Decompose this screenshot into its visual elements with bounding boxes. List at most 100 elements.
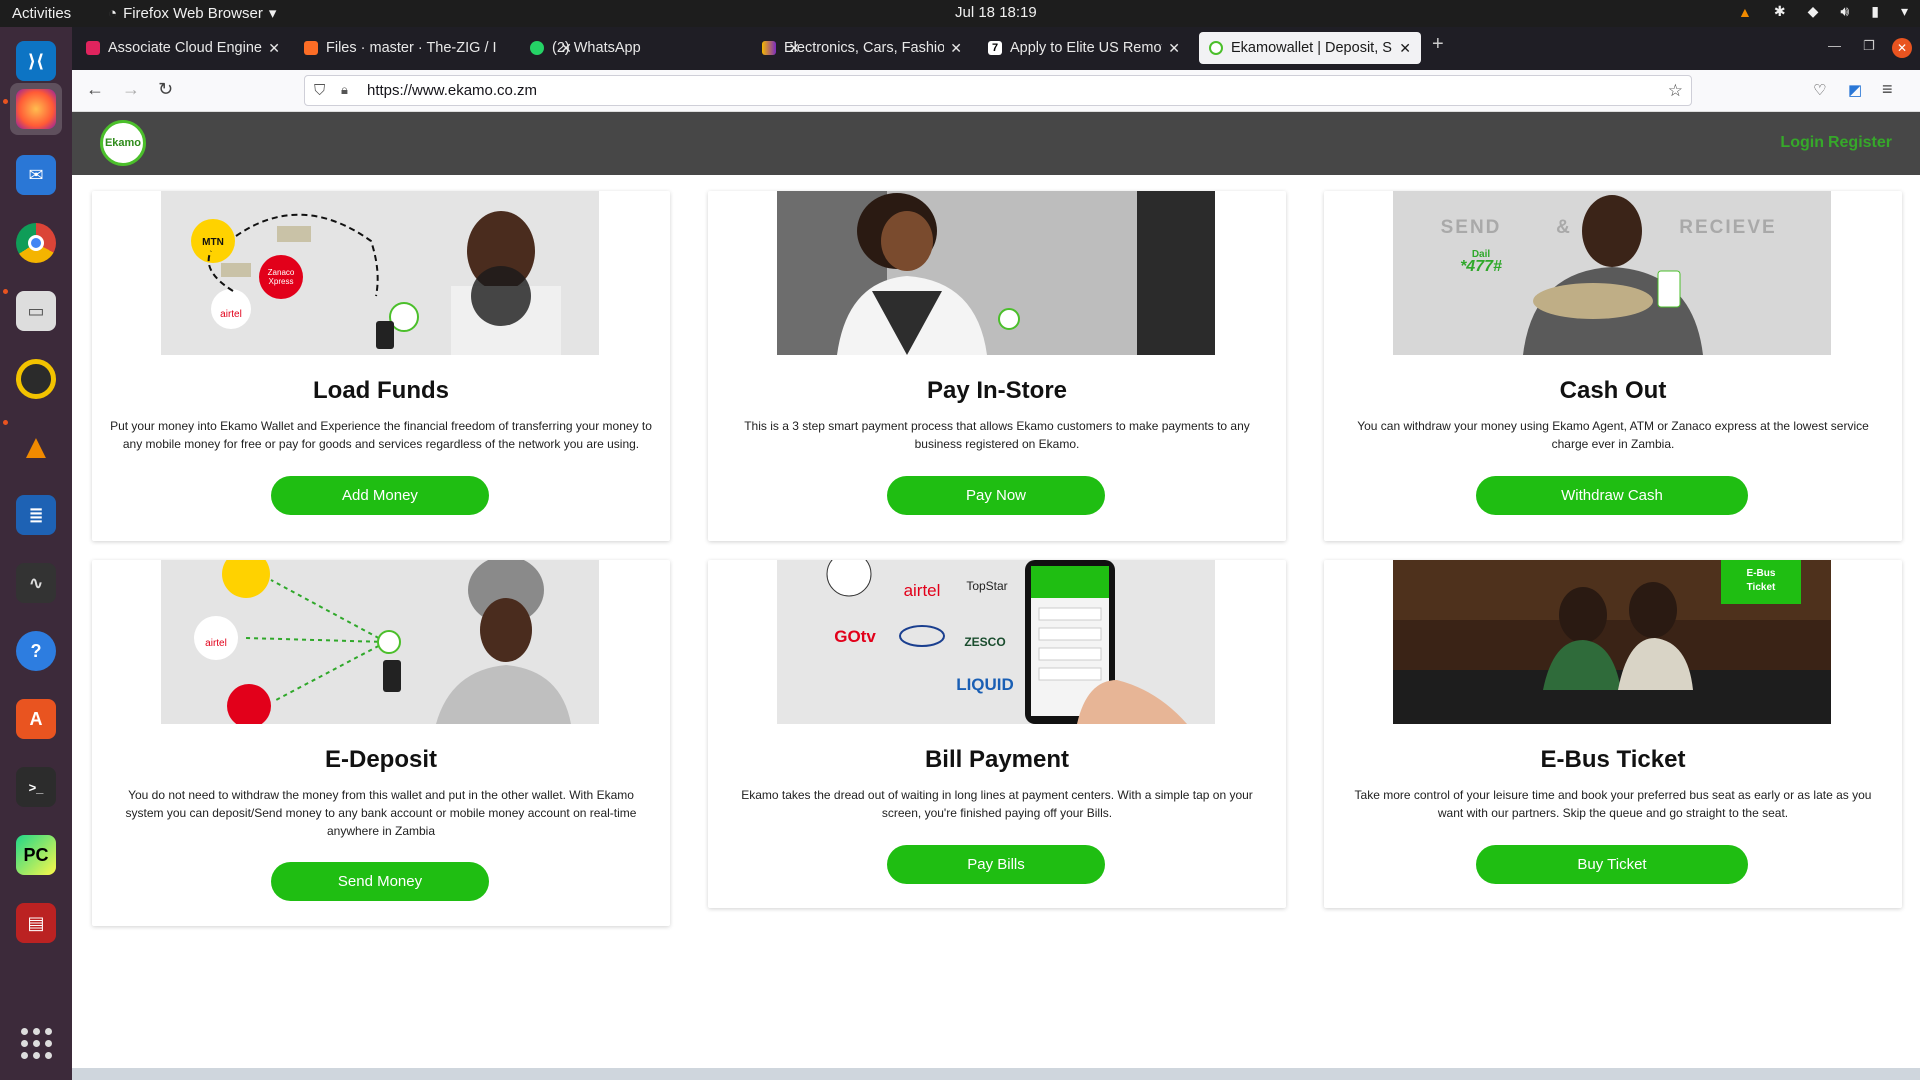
- music-icon: [16, 359, 56, 399]
- card-description: Ekamo takes the dread out of waiting in …: [741, 788, 1253, 820]
- ekamo-logo[interactable]: Ekamo: [100, 120, 146, 166]
- chevron-down-icon: ▾: [268, 5, 277, 22]
- auth-links: Login Register: [1780, 134, 1892, 152]
- site-header: Ekamo Login Register: [72, 112, 1920, 175]
- activities-button[interactable]: Activities: [12, 5, 71, 22]
- pycharm-icon: PC: [16, 835, 56, 875]
- buy-ticket-button[interactable]: Buy Ticket: [1476, 845, 1748, 884]
- vscode-launcher[interactable]: ⟩⟨: [10, 35, 62, 87]
- tab-title: Ekamowallet | Deposit, S: [1231, 40, 1392, 56]
- card-bill-payment: airtel TopStar GOtv ZESCO LIQUID Bill Pa…: [708, 560, 1286, 908]
- tab-elite-remote[interactable]: 7 Apply to Elite US Remote ✕: [978, 32, 1190, 64]
- ussd-code-text: *477#: [1460, 258, 1502, 275]
- card-e-bus-ticket: E-Bus Ticket E-Bus Ticket Take more cont…: [1324, 560, 1902, 908]
- card-description: You do not need to withdraw the money fr…: [125, 788, 637, 838]
- power-menu-icon[interactable]: ▾: [1901, 3, 1908, 20]
- system-monitor-launcher[interactable]: ∿: [10, 557, 62, 609]
- slack-tray-icon[interactable]: ✱: [1774, 3, 1786, 20]
- system-tray[interactable]: ▲ ✱ ◆ 🔊︎ ▮ ▾: [1738, 3, 1908, 20]
- navigation-toolbar: ← → ↻ ⛉ 🔒︎ https://www.ekamo.co.zm ☆ ♡ ◩…: [72, 70, 1920, 112]
- zesco-text: ZESCO: [964, 635, 1005, 649]
- volume-icon[interactable]: 🔊︎: [1840, 3, 1849, 20]
- login-link[interactable]: Login: [1780, 134, 1824, 151]
- pay-bills-button[interactable]: Pay Bills: [887, 845, 1105, 884]
- tab-title: Apply to Elite US Remote: [1010, 40, 1163, 56]
- liquid-text: LIQUID: [956, 675, 1014, 694]
- shop-icon: [762, 41, 776, 55]
- show-apps-button[interactable]: [10, 1017, 62, 1069]
- seven-icon: 7: [988, 41, 1002, 55]
- pocket-icon[interactable]: ♡: [1813, 81, 1826, 99]
- minimize-button[interactable]: —: [1828, 38, 1841, 53]
- app-menu[interactable]: ◔ Firefox Web Browser ▾: [108, 4, 277, 23]
- app-menu-label: Firefox Web Browser: [123, 4, 263, 22]
- card-title: E-Bus Ticket: [1540, 746, 1686, 773]
- firefox-launcher[interactable]: [10, 83, 62, 135]
- add-money-button[interactable]: Add Money: [271, 476, 489, 515]
- extension-icon[interactable]: ◩: [1848, 81, 1862, 99]
- card-title: Cash Out: [1559, 377, 1667, 404]
- reload-button[interactable]: ↻: [158, 79, 173, 100]
- battery-icon[interactable]: ▮: [1871, 3, 1879, 20]
- terminal-icon: >_: [16, 767, 56, 807]
- topstar-text: TopStar: [966, 579, 1007, 593]
- card-title: Pay In-Store: [926, 377, 1068, 404]
- card-title: Load Funds: [313, 377, 449, 404]
- send-money-button[interactable]: Send Money: [271, 862, 489, 901]
- tab-associate-cloud[interactable]: Associate Cloud Engineer ✕: [76, 32, 290, 64]
- chrome-launcher[interactable]: [10, 217, 62, 269]
- tab-title: (2) WhatsApp: [552, 40, 641, 56]
- pycharm-launcher[interactable]: PC: [10, 829, 62, 881]
- presentation-icon: ▤: [16, 903, 56, 943]
- app-store-icon: A: [16, 699, 56, 739]
- software-launcher[interactable]: A: [10, 693, 62, 745]
- card-description: This is a 3 step smart payment process t…: [744, 419, 1250, 451]
- close-tab-icon[interactable]: ✕: [1399, 40, 1411, 57]
- tab-ekamowallet[interactable]: Ekamowallet | Deposit, S ✕: [1199, 32, 1421, 64]
- help-launcher[interactable]: ?: [10, 625, 62, 677]
- rhythmbox-launcher[interactable]: [10, 353, 62, 405]
- terminal-launcher[interactable]: >_: [10, 761, 62, 813]
- close-tab-icon[interactable]: ✕: [268, 40, 280, 57]
- files-launcher[interactable]: ▭: [10, 285, 62, 337]
- back-button[interactable]: ←: [86, 79, 104, 100]
- hamburger-menu-icon[interactable]: ≡: [1882, 79, 1893, 100]
- lock-icon[interactable]: 🔒︎: [341, 82, 348, 98]
- window-close-button[interactable]: ✕: [1892, 38, 1912, 58]
- vlc-launcher[interactable]: ▲: [10, 421, 62, 473]
- new-tab-button[interactable]: +: [1432, 33, 1444, 56]
- logo-text: Ekamo: [104, 137, 142, 149]
- thunderbird-launcher[interactable]: ✉: [10, 149, 62, 201]
- recieve-text: RECIEVE: [1679, 217, 1776, 238]
- document-icon: ≣: [16, 495, 56, 535]
- svg-text:Zanaco: Zanaco: [268, 268, 295, 277]
- ekamo-favicon-icon: [1209, 41, 1223, 55]
- svg-text:E-Bus: E-Bus: [1747, 568, 1776, 579]
- chrome-icon: [16, 223, 56, 263]
- close-tab-icon[interactable]: ✕: [1168, 40, 1180, 57]
- address-bar[interactable]: ⛉ 🔒︎ https://www.ekamo.co.zm ☆: [304, 75, 1692, 106]
- url-text[interactable]: https://www.ekamo.co.zm: [367, 82, 537, 99]
- card-description: You can withdraw your money using Ekamo …: [1357, 419, 1869, 451]
- writer-launcher[interactable]: ≣: [10, 489, 62, 541]
- mail-icon: ✉: [16, 155, 56, 195]
- close-tab-icon[interactable]: ✕: [950, 40, 962, 57]
- screenshot-launcher[interactable]: ▤: [10, 897, 62, 949]
- tab-electronics[interactable]: Electronics, Cars, Fashion ✕: [752, 32, 972, 64]
- clock[interactable]: Jul 18 18:19: [955, 4, 1037, 21]
- forward-button[interactable]: →: [122, 79, 140, 100]
- maximize-button[interactable]: ❐: [1863, 38, 1875, 54]
- tracking-protection-icon[interactable]: ⛉: [314, 82, 325, 99]
- card-title: E-Deposit: [324, 746, 437, 773]
- help-icon: ?: [16, 631, 56, 671]
- tab-title: Associate Cloud Engineer: [108, 40, 263, 56]
- withdraw-cash-button[interactable]: Withdraw Cash: [1476, 476, 1748, 515]
- bookmark-star-icon[interactable]: ☆: [1668, 81, 1683, 101]
- wifi-icon[interactable]: ◆: [1808, 3, 1819, 20]
- register-link[interactable]: Register: [1828, 134, 1892, 151]
- send-text: SEND: [1441, 217, 1502, 238]
- pay-now-button[interactable]: Pay Now: [887, 476, 1105, 515]
- bill-payment-image: airtel TopStar GOtv ZESCO LIQUID: [777, 560, 1215, 724]
- svg-text:Xpress: Xpress: [269, 277, 294, 286]
- vlc-tray-icon[interactable]: ▲: [1738, 4, 1752, 20]
